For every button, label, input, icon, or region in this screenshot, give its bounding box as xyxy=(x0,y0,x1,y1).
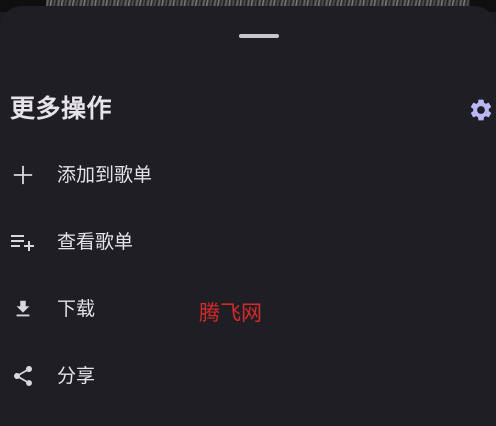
menu-item-add-to-playlist[interactable]: 添加到歌单 xyxy=(0,144,496,206)
plus-icon xyxy=(9,161,37,189)
sheet-title: 更多操作 xyxy=(10,94,113,123)
drag-handle[interactable] xyxy=(239,34,279,38)
share-icon xyxy=(9,362,37,390)
playlist-add-icon xyxy=(9,228,37,256)
gear-icon xyxy=(470,99,492,121)
menu-item-label: 分享 xyxy=(57,365,96,387)
download-icon xyxy=(9,295,37,323)
bottom-sheet: 更多操作 添加到歌单 查看歌单 下载 分享 xyxy=(0,6,496,426)
settings-button[interactable] xyxy=(466,95,496,125)
watermark-text: 腾飞网 xyxy=(199,301,262,325)
menu-item-view-playlist[interactable]: 查看歌单 xyxy=(0,211,496,273)
menu-item-label: 添加到歌单 xyxy=(57,164,153,186)
menu-item-share[interactable]: 分享 xyxy=(0,345,496,407)
menu-item-label: 下载 xyxy=(57,298,96,320)
menu-item-label: 查看歌单 xyxy=(57,231,134,253)
